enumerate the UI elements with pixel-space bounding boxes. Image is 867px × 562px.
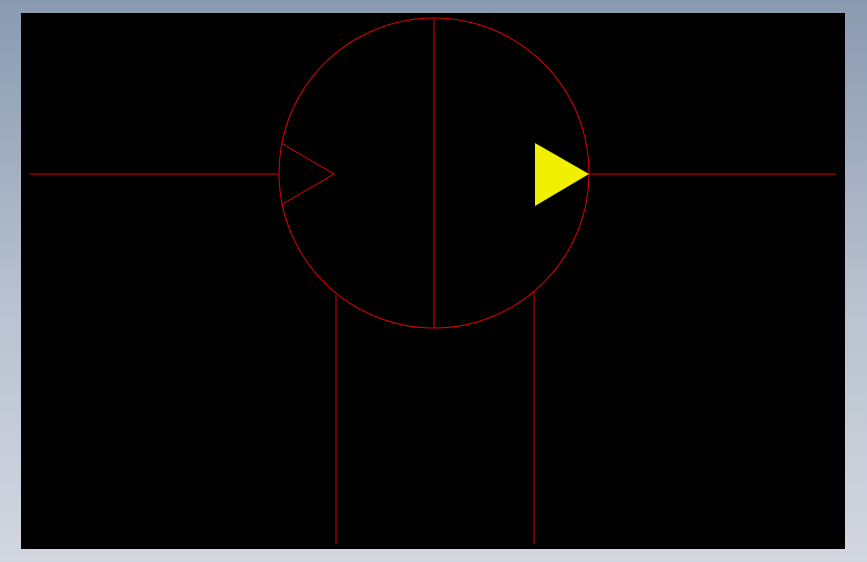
pump-motor-diagram xyxy=(30,17,836,544)
inlet-open-triangle xyxy=(280,142,335,206)
drawing-viewport[interactable] xyxy=(21,13,845,549)
outlet-filled-triangle xyxy=(535,143,589,206)
